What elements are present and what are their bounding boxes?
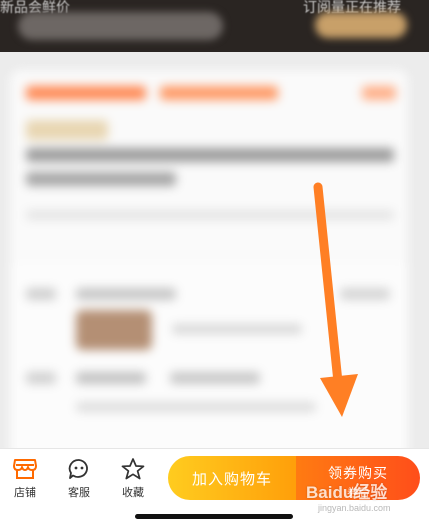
- add-to-cart-label: 加入购物车: [191, 470, 272, 488]
- nav-customer-service[interactable]: 客服: [59, 457, 99, 500]
- nav-store-label: 店铺: [14, 487, 36, 499]
- store-icon: [13, 459, 37, 479]
- home-indicator: [135, 514, 293, 519]
- nav-service-label: 客服: [68, 487, 90, 499]
- chat-icon: [68, 459, 88, 479]
- blurred-action-pill: [315, 12, 407, 38]
- watermark-url: jingyan.baidu.com: [318, 503, 391, 513]
- nav-favorite[interactable]: 收藏: [113, 457, 153, 500]
- star-icon: [121, 458, 145, 480]
- nav-favorite-label: 收藏: [122, 487, 144, 499]
- top-bar: 新品会鲜价 订阅量正在推荐: [0, 0, 429, 52]
- product-info-card: [10, 70, 408, 294]
- add-to-cart-button[interactable]: 加入购物车: [168, 456, 296, 500]
- nav-store[interactable]: 店铺: [5, 457, 45, 500]
- baidu-watermark: Baidu经验: [306, 483, 388, 502]
- blurred-search-pill: [18, 12, 223, 40]
- blurred-product-content: [0, 52, 429, 462]
- product-detail-card: [10, 262, 408, 462]
